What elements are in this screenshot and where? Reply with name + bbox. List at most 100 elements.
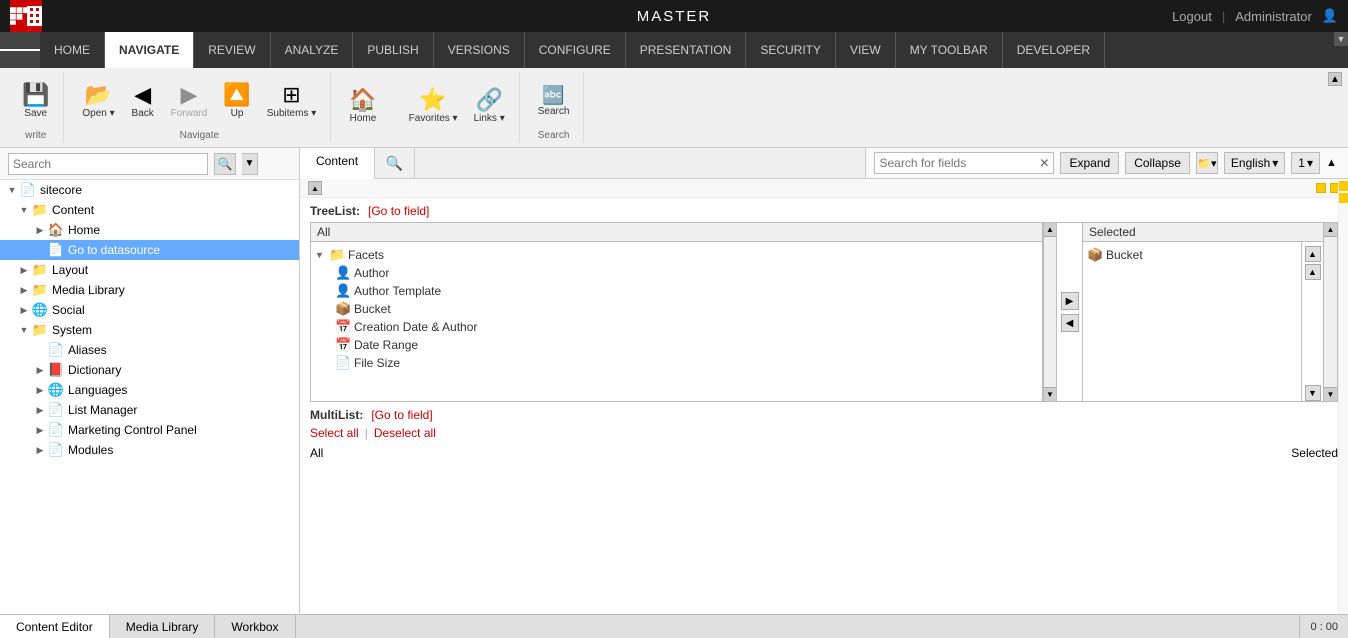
treelist-right-scroll-up[interactable]: ▲	[1324, 223, 1337, 237]
nav-review[interactable]: REVIEW	[194, 32, 270, 68]
tree-arrow-dictionary[interactable]: ▶	[32, 362, 48, 378]
tree-item-media-library[interactable]: ▶ 📁 Media Library	[0, 280, 299, 300]
favorites-button[interactable]: ⭐ Favorites ▾	[403, 85, 464, 128]
tree-item-aliases[interactable]: 📄 Aliases	[0, 340, 299, 360]
language-label: English	[1231, 156, 1270, 170]
field-search-clear[interactable]: ✕	[1039, 156, 1049, 170]
nav-configure[interactable]: CONFIGURE	[525, 32, 626, 68]
back-button[interactable]: ◀ Back	[125, 80, 161, 123]
subitems-button[interactable]: ⊞ Subitems ▾	[261, 80, 322, 123]
author-template-label: Author Template	[354, 284, 441, 298]
tree-arrow-system[interactable]: ▼	[16, 322, 32, 338]
scroll-up-button[interactable]: ▲	[308, 181, 322, 195]
treelist-scroll-up[interactable]: ▲	[1044, 223, 1056, 237]
tree-arrow-aliases[interactable]	[32, 342, 48, 358]
tree-arrow-marketing[interactable]: ▶	[32, 422, 48, 438]
creation-date-node[interactable]: 📅 Creation Date & Author	[315, 318, 1038, 336]
author-node[interactable]: 👤 Author	[315, 264, 1038, 282]
nav-home[interactable]: HOME	[40, 32, 105, 68]
tree-item-sitecore[interactable]: ▼ 📄 sitecore	[0, 180, 299, 200]
treelist-move-up[interactable]: ▲	[1305, 264, 1321, 280]
deselect-all-link[interactable]: Deselect all	[374, 426, 436, 440]
tree-item-social[interactable]: ▶ 🌐 Social	[0, 300, 299, 320]
nav-view[interactable]: VIEW	[836, 32, 896, 68]
nav-publish[interactable]: PUBLISH	[353, 32, 433, 68]
multilist-go-to-field[interactable]: [Go to field]	[371, 408, 432, 422]
treelist-move-right[interactable]: ▶	[1061, 292, 1079, 310]
nav-developer[interactable]: DEVELOPER	[1003, 32, 1105, 68]
language-button[interactable]: English ▾	[1224, 152, 1285, 174]
links-button[interactable]: 🔗 Links ▾	[468, 85, 511, 128]
tree-item-list-manager[interactable]: ▶ 📄 List Manager	[0, 400, 299, 420]
tree-arrow-sitecore[interactable]: ▼	[4, 182, 20, 198]
treelist-scroll-down[interactable]: ▼	[1044, 387, 1056, 401]
field-search-input[interactable]	[879, 156, 1039, 170]
home-button[interactable]: 🏠 Home	[343, 85, 382, 128]
bottom-tab-content-editor[interactable]: Content Editor	[0, 615, 110, 638]
tree-arrow-content[interactable]: ▼	[16, 202, 32, 218]
tree-item-modules[interactable]: ▶ 📄 Modules	[0, 440, 299, 460]
tree-item-system[interactable]: ▼ 📁 System	[0, 320, 299, 340]
logout-link[interactable]: Logout	[1172, 9, 1212, 24]
nav-versions[interactable]: VERSIONS	[434, 32, 525, 68]
facets-arrow[interactable]: ▼	[315, 250, 329, 260]
folder-icon-button[interactable]: 📁▾	[1196, 152, 1218, 174]
tree-arrow-social[interactable]: ▶	[16, 302, 32, 318]
ribbon-collapse-button[interactable]: ▲	[1328, 72, 1342, 86]
tree-arrow-datasource[interactable]	[32, 242, 48, 258]
dropdown-arrow[interactable]: ▼	[1334, 32, 1348, 46]
tree-item-marketing-control-panel[interactable]: ▶ 📄 Marketing Control Panel	[0, 420, 299, 440]
nav-navigate[interactable]: NAVIGATE	[105, 32, 194, 68]
nav-analyze[interactable]: ANALYZE	[271, 32, 354, 68]
date-range-node[interactable]: 📅 Date Range	[315, 336, 1038, 354]
save-button[interactable]: 💾 Save	[16, 80, 55, 123]
bottom-tab-workbox[interactable]: Workbox	[215, 615, 295, 638]
hamburger-menu[interactable]	[0, 32, 40, 68]
search-submit-button[interactable]: 🔍	[214, 153, 236, 175]
file-size-node[interactable]: 📄 File Size	[315, 354, 1038, 372]
bucket-selected-node[interactable]: 📦 Bucket	[1087, 246, 1297, 264]
tab-search[interactable]: 🔍	[375, 148, 415, 178]
select-all-link[interactable]: Select all	[310, 426, 359, 440]
tree-arrow-home[interactable]: ▶	[32, 222, 48, 238]
tree-item-layout[interactable]: ▶ 📁 Layout	[0, 260, 299, 280]
tree-arrow-layout[interactable]: ▶	[16, 262, 32, 278]
list-manager-label: List Manager	[68, 403, 137, 417]
tree-arrow-list-manager[interactable]: ▶	[32, 402, 48, 418]
home-icon: 🏠	[349, 89, 376, 111]
tree-item-languages[interactable]: ▶ 🌐 Languages	[0, 380, 299, 400]
collapse-button[interactable]: Collapse	[1125, 152, 1190, 174]
search-input[interactable]	[13, 157, 203, 171]
tree-item-dictionary[interactable]: ▶ 📕 Dictionary	[0, 360, 299, 380]
bottom-tab-media-library[interactable]: Media Library	[110, 615, 216, 638]
tree-arrow-languages[interactable]: ▶	[32, 382, 48, 398]
main-area: 🔍 ▼ ▼ 📄 sitecore ▼ 📁 Content ▶ 🏠 Home	[0, 148, 1348, 614]
tree-item-home[interactable]: ▶ 🏠 Home	[0, 220, 299, 240]
facets-node[interactable]: ▼ 📁 Facets	[315, 246, 1038, 264]
bucket-node[interactable]: 📦 Bucket	[315, 300, 1038, 318]
treelist-go-to-field[interactable]: [Go to field]	[368, 204, 429, 218]
up-button[interactable]: 🔼 Up	[217, 80, 256, 123]
nav-security[interactable]: SECURITY	[746, 32, 836, 68]
version-button[interactable]: 1 ▾	[1291, 152, 1320, 174]
nav-presentation[interactable]: PRESENTATION	[626, 32, 747, 68]
treelist-move-down[interactable]: ▼	[1305, 385, 1321, 401]
treelist-move-to-top[interactable]: ▲	[1305, 246, 1321, 262]
tree-arrow-media[interactable]: ▶	[16, 282, 32, 298]
expand-button[interactable]: Expand	[1060, 152, 1119, 174]
nav-my-toolbar[interactable]: MY TOOLBAR	[896, 32, 1003, 68]
forward-button[interactable]: ▶ Forward	[165, 80, 214, 123]
tree-item-go-to-datasource[interactable]: 📄 Go to datasource	[0, 240, 299, 260]
bottom-spacer	[296, 615, 1300, 638]
tree-arrow-modules[interactable]: ▶	[32, 442, 48, 458]
search-dropdown-button[interactable]: ▼	[242, 153, 258, 175]
search-ribbon-button[interactable]: 🔤 Search	[532, 82, 576, 121]
author-icon: 👤	[335, 265, 351, 281]
treelist-right-scroll-down[interactable]: ▼	[1324, 387, 1337, 401]
tab-content[interactable]: Content	[300, 148, 375, 179]
open-button[interactable]: 📂 Open ▾	[76, 80, 120, 123]
tree-item-content[interactable]: ▼ 📁 Content	[0, 200, 299, 220]
author-template-node[interactable]: 👤 Author Template	[315, 282, 1038, 300]
treelist-move-left[interactable]: ◀	[1061, 314, 1079, 332]
toolbar-up-button[interactable]: ▲	[1326, 157, 1340, 169]
